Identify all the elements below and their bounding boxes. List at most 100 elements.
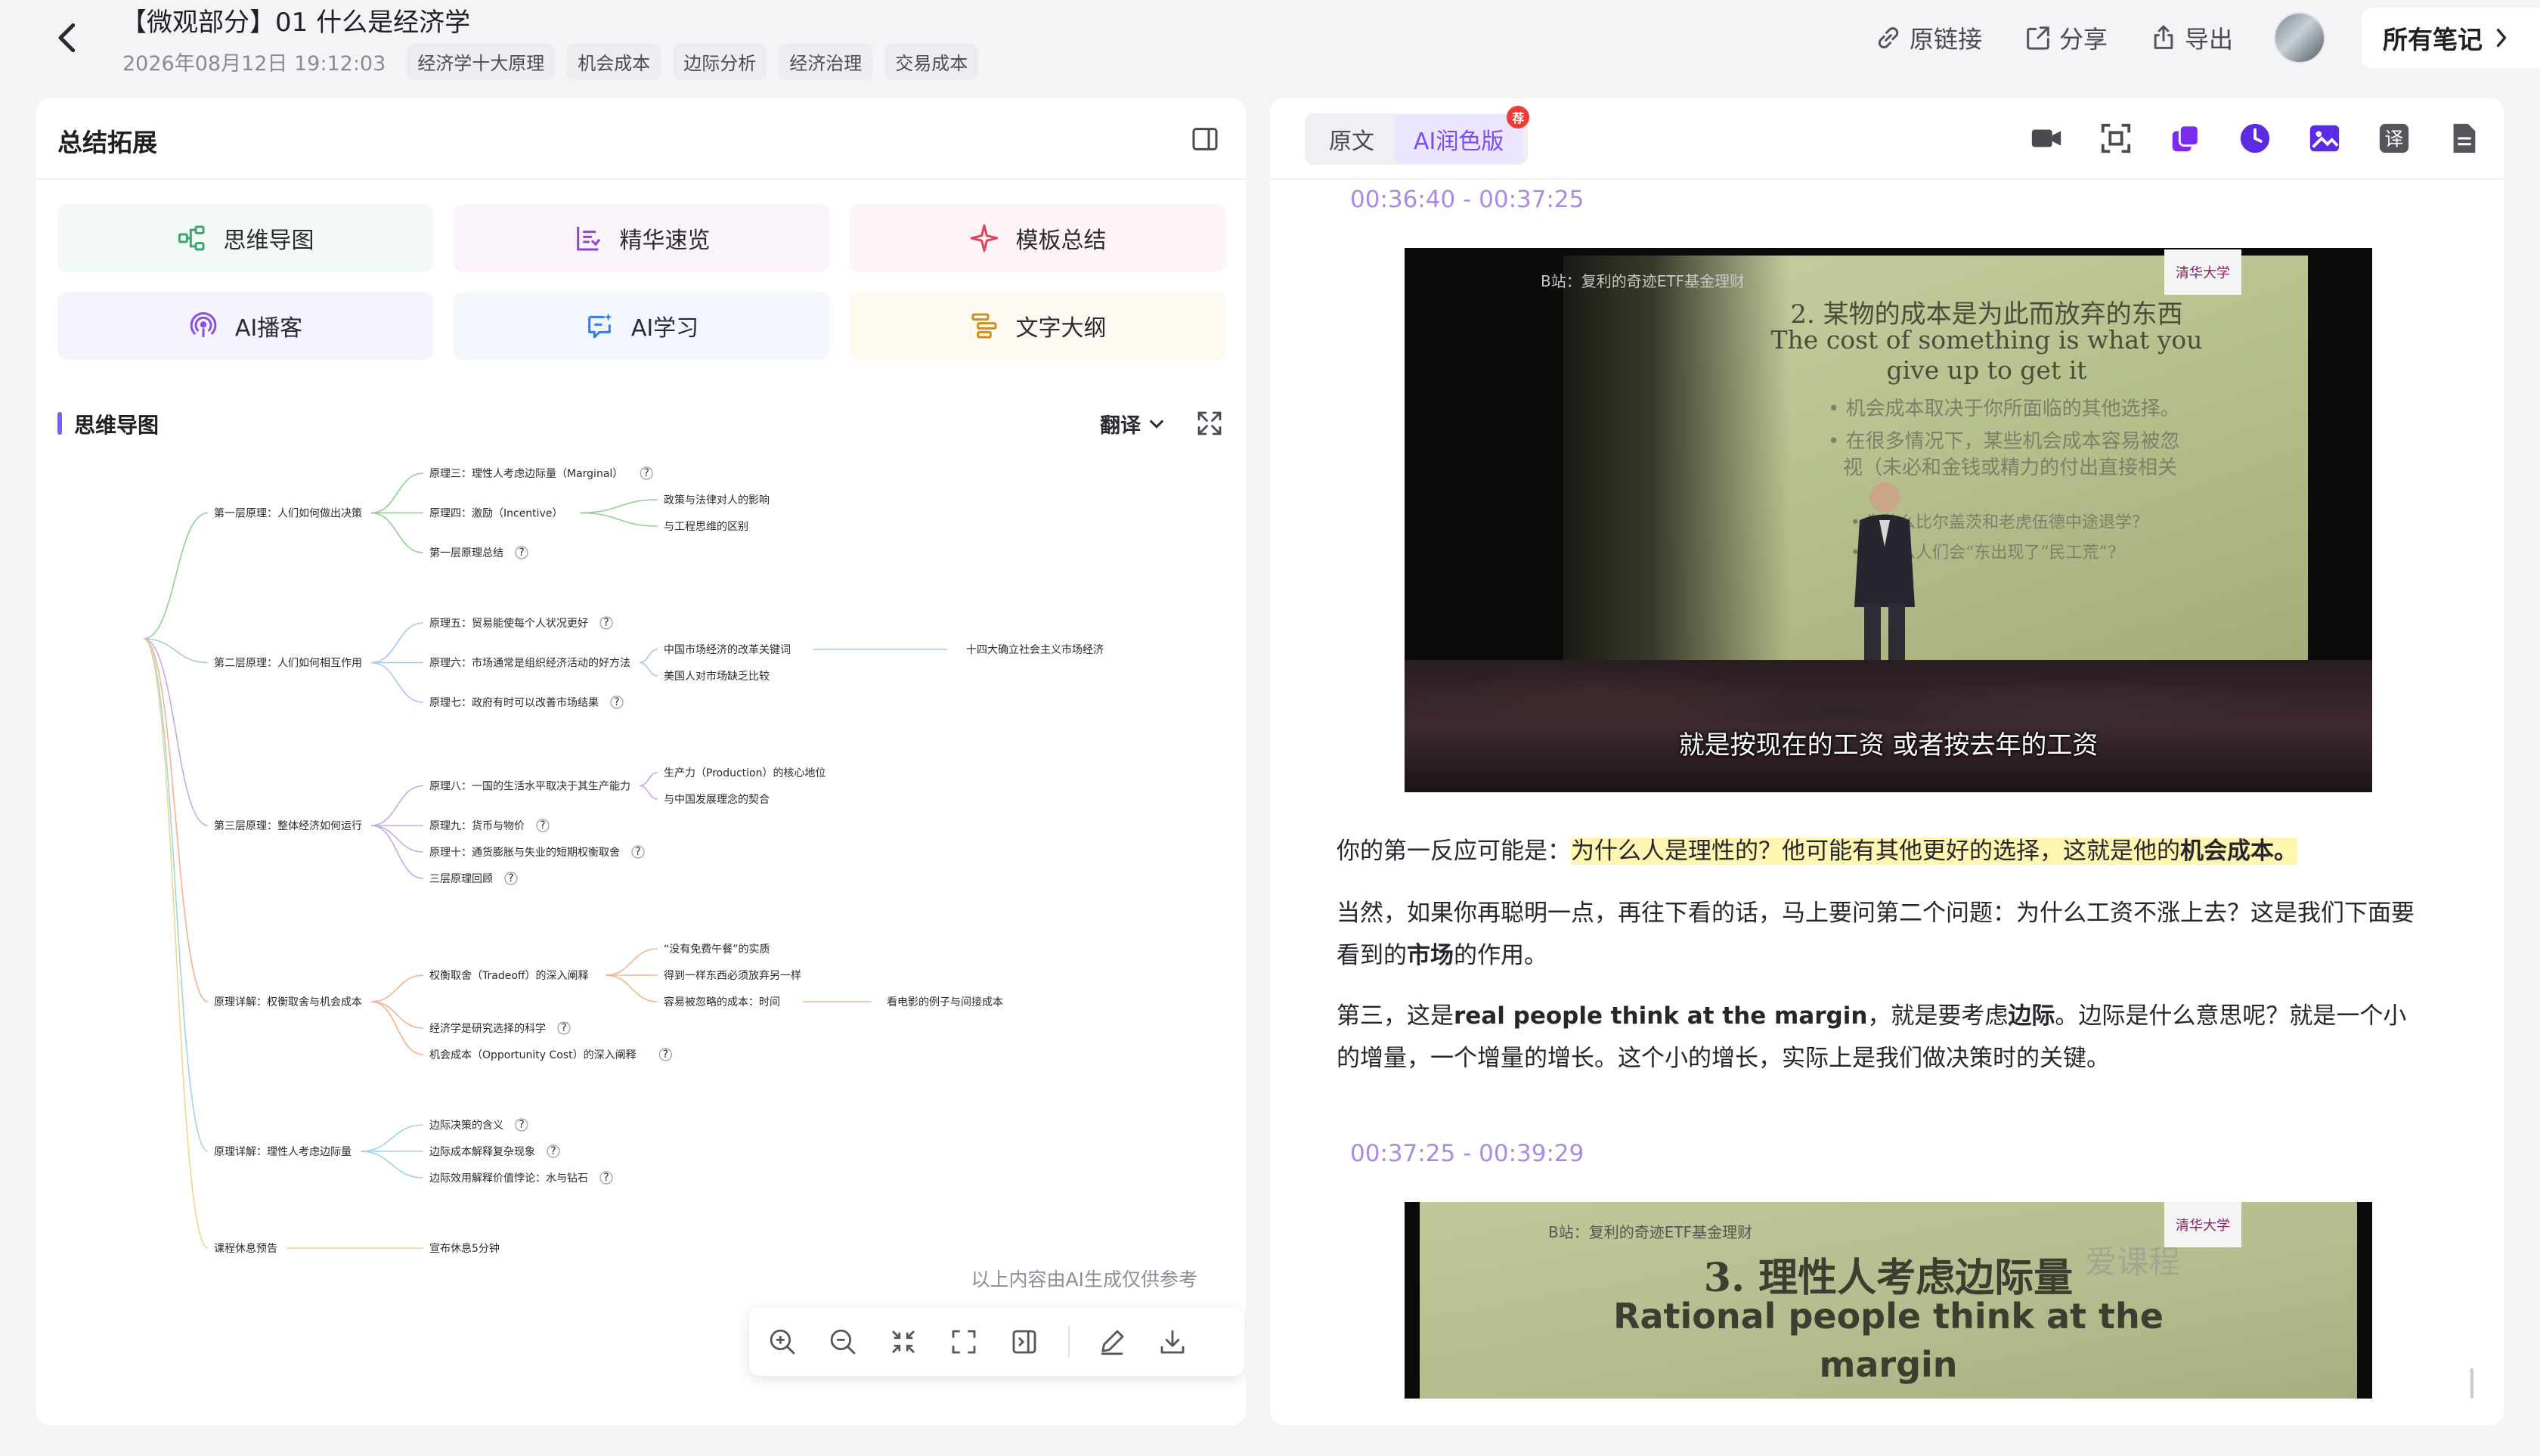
mindmap-node[interactable]: 边际效用解释价值悖论：水与钻石 <box>429 1173 588 1185</box>
mindmap-node[interactable]: 边际成本解释复杂现象 <box>429 1145 535 1158</box>
video-button[interactable] <box>2027 119 2065 157</box>
share-button[interactable]: 分享 <box>2023 20 2108 55</box>
mindmap-node[interactable]: 原理九：货币与物价 <box>429 819 525 832</box>
mindmap-node[interactable]: 原理详解：理性人考虑边际量 <box>214 1146 352 1158</box>
mindmap-node[interactable]: 第三层原理：整体经济如何运行 <box>214 819 362 832</box>
mindmap-node[interactable]: 课程休息预告 <box>214 1242 277 1255</box>
image-button[interactable] <box>2306 119 2343 157</box>
mindmap-node[interactable]: 原理五：贸易能使每个人状况更好 <box>429 617 588 630</box>
zoom-in-icon <box>770 1329 795 1355</box>
tag[interactable]: 机会成本 <box>567 44 661 79</box>
toolbar-divider <box>1068 1326 1070 1358</box>
highlights-feature-button[interactable]: 精华速览 <box>454 204 829 272</box>
copy-button[interactable] <box>2167 119 2204 157</box>
segment-timestamp[interactable]: 00:36:40 - 00:37:25 <box>1350 186 1584 213</box>
mindmap-node[interactable]: 权衡取舍（Tradeoff）的深入阐释 <box>429 970 589 982</box>
segment-timestamp[interactable]: 00:37:25 - 00:39:29 <box>1350 1140 1584 1167</box>
scrollbar-thumb[interactable] <box>2470 1368 2473 1399</box>
mindmap-node[interactable]: 得到一样东西必须放弃另一样 <box>664 969 801 982</box>
ai-podcast-button[interactable]: AI播客 <box>57 292 433 360</box>
collapse-button[interactable] <box>1008 1325 1041 1358</box>
mindmap-node[interactable]: 第二层原理：人们如何相互作用 <box>214 657 362 670</box>
info-icon[interactable]: ? <box>658 1048 673 1061</box>
mindmap-node[interactable]: 原理六：市场通常是组织经济活动的好方法 <box>429 657 630 670</box>
mindmap-node[interactable]: 原理十：通货膨胀与失业的短期权衡取舍 <box>429 846 620 859</box>
mindmap-node[interactable]: 原理四：激励（Incentive） <box>429 507 562 520</box>
tag[interactable]: 经济治理 <box>779 44 873 79</box>
section-accent-bar <box>57 412 62 435</box>
ai-learning-button[interactable]: AI学习 <box>454 292 829 360</box>
all-notes-button[interactable]: 所有笔记 <box>2362 8 2540 68</box>
mindmap-node[interactable]: 经济学是研究选择的科学 <box>429 1023 546 1035</box>
info-icon[interactable]: ? <box>610 695 624 709</box>
avatar[interactable] <box>2274 12 2325 64</box>
tab-original[interactable]: 原文 <box>1309 115 1394 163</box>
source-link-button[interactable]: 原链接 <box>1873 20 1982 55</box>
mindmap-node[interactable]: 政策与法律对人的影响 <box>664 494 770 507</box>
tag[interactable]: 经济学十大原理 <box>407 44 556 79</box>
info-icon[interactable]: ? <box>557 1021 571 1035</box>
feature-label: AI播客 <box>234 315 303 342</box>
info-icon[interactable]: ? <box>536 819 550 832</box>
mindmap-node[interactable]: 边际决策的含义 <box>429 1119 503 1132</box>
mindmap-node[interactable]: 原理八：一国的生活水平取决于其生产能力 <box>429 781 630 793</box>
share-label: 分享 <box>2058 25 2108 54</box>
zoom-in-button[interactable] <box>766 1325 799 1358</box>
mindmap-node: 经济学家通常思考的问题 <box>730 446 847 447</box>
mindmap-node[interactable]: 容易被忽略的成本：时间 <box>664 996 780 1008</box>
mindmap-node[interactable]: “没有免费午餐”的实质 <box>664 943 770 956</box>
expand-icon[interactable] <box>1194 407 1225 439</box>
export-button[interactable]: 导出 <box>2148 20 2233 55</box>
fit-view-button[interactable] <box>887 1325 920 1358</box>
mindmap-node[interactable]: 第一层原理总结 <box>429 547 503 559</box>
svg-text:?: ? <box>519 547 524 559</box>
info-icon[interactable]: ? <box>631 845 645 859</box>
mindmap-node[interactable]: 第一层原理：人们如何做出决策 <box>214 507 362 520</box>
sidebar-toggle-icon[interactable] <box>1190 124 1220 154</box>
mindmap-node[interactable]: 十四大确立社会主义市场经济 <box>966 643 1104 656</box>
tag[interactable]: 边际分析 <box>673 44 767 79</box>
mindmap-node[interactable]: 机会成本（Opportunity Cost）的深入阐释 <box>429 1049 637 1061</box>
mindmap-node[interactable]: 原理三：理性人考虑边际量（Marginal） <box>429 468 623 480</box>
export-label: 导出 <box>2184 25 2233 54</box>
tag[interactable]: 交易成本 <box>884 44 979 79</box>
mindmap-node[interactable]: 美国人对市场缺乏比较 <box>664 670 770 683</box>
video-watermark: B站：复利的奇迹ETF基金理财 <box>1541 272 1745 290</box>
info-icon[interactable]: ? <box>640 466 653 480</box>
translate-button[interactable]: 译 <box>2375 119 2413 157</box>
template-summary-button[interactable]: 模板总结 <box>850 204 1225 272</box>
info-icon[interactable]: ? <box>515 1118 528 1132</box>
mindmap-canvas[interactable]: 经济学家通常思考的问题第一层原理：人们如何做出决策 原理三：理性人考虑边际量（Ma… <box>36 446 1246 1323</box>
mindmap-node[interactable]: 看电影的例子与间接成本 <box>887 996 1003 1008</box>
tab-ai-polished[interactable]: AI润色版 荐 <box>1394 106 1530 163</box>
mindmap-feature-button[interactable]: 思维导图 <box>57 204 433 272</box>
mindmap-node[interactable]: 与工程思维的区别 <box>664 521 748 533</box>
zoom-out-button[interactable] <box>826 1325 860 1358</box>
mindmap-node[interactable]: 中国市场经济的改革关键词 <box>664 643 791 656</box>
ai-chat-icon <box>587 313 612 339</box>
download-button[interactable] <box>1156 1325 1189 1358</box>
video-frame[interactable]: 3. 理性人考虑边际量 Rational people think at the… <box>1405 1202 2372 1399</box>
text-outline-button[interactable]: 文字大纲 <box>850 292 1225 360</box>
info-icon[interactable]: ? <box>504 872 518 885</box>
video-frame[interactable]: 2. 某物的成本是为此而放弃的东西 The cost of something … <box>1405 248 2372 792</box>
timeline-button[interactable] <box>2236 119 2274 157</box>
translate-dropdown[interactable]: 翻译 <box>1100 409 1165 438</box>
mindmap-node[interactable]: 与中国发展理念的契合 <box>664 793 770 806</box>
mindmap-node[interactable]: 原理七：政府有时可以改善市场结果 <box>429 696 599 709</box>
info-icon[interactable]: ? <box>547 1145 560 1158</box>
info-icon[interactable]: ? <box>599 1171 613 1185</box>
screenshot-button[interactable] <box>2097 119 2135 157</box>
document-button[interactable] <box>2445 119 2483 157</box>
mindmap-node[interactable]: 宣布休息5分钟 <box>429 1242 500 1255</box>
info-icon[interactable]: ? <box>599 616 613 630</box>
copy-icon <box>2172 124 2200 152</box>
back-button[interactable] <box>53 20 98 57</box>
fullscreen-button[interactable] <box>947 1325 980 1358</box>
paragraph-text: 第三，这是 <box>1337 1002 1454 1030</box>
edit-button[interactable] <box>1095 1325 1129 1358</box>
mindmap-node[interactable]: 原理详解：权衡取舍与机会成本 <box>214 996 362 1008</box>
mindmap-node[interactable]: 生产力（Production）的核心地位 <box>664 767 826 779</box>
info-icon[interactable]: ? <box>515 546 528 559</box>
mindmap-node[interactable]: 三层原理回顾 <box>429 873 493 885</box>
